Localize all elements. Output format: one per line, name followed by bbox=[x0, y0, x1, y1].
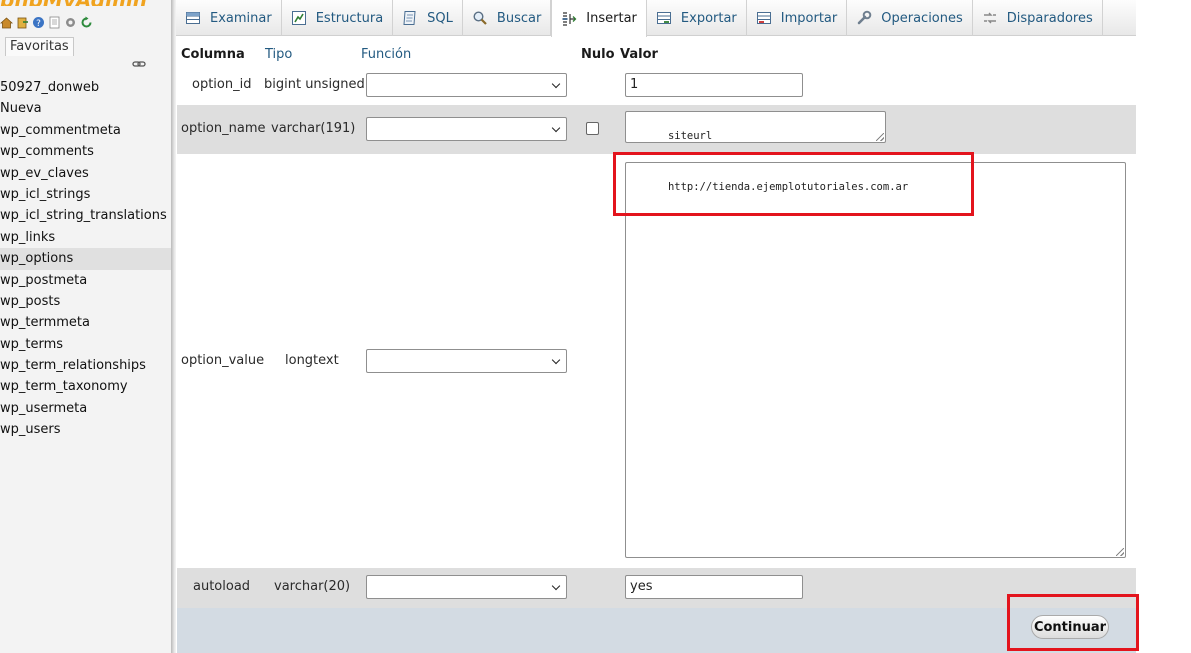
table-item-wp-terms[interactable]: wp_terms bbox=[0, 334, 171, 355]
column-type: longtext bbox=[285, 353, 339, 368]
sidebar-quick-icons: ? bbox=[0, 16, 93, 32]
table-item-wp-comments[interactable]: wp_comments bbox=[0, 141, 171, 162]
table-item-wp-term-taxonomy[interactable]: wp_term_taxonomy bbox=[0, 376, 171, 397]
form-row-option-id: option_id bigint unsigned 1 bbox=[177, 65, 1136, 105]
function-select[interactable] bbox=[366, 575, 567, 599]
type-header[interactable]: Tipo bbox=[265, 45, 292, 65]
table-item-wp-commentmeta[interactable]: wp_commentmeta bbox=[0, 120, 171, 141]
tab-insertar[interactable]: Insertar bbox=[551, 0, 647, 37]
sidebar-resize-handle[interactable] bbox=[171, 0, 176, 653]
function-select[interactable] bbox=[366, 349, 567, 373]
table-item-wp-users[interactable]: wp_users bbox=[0, 419, 171, 440]
tab-label: Examinar bbox=[210, 10, 272, 26]
tab-operaciones[interactable]: Operaciones bbox=[847, 0, 973, 36]
tab-estructura[interactable]: Estructura bbox=[282, 0, 394, 36]
logout-icon[interactable] bbox=[16, 16, 29, 29]
tab-label: Exportar bbox=[680, 10, 737, 26]
help-icon[interactable]: ? bbox=[32, 16, 45, 29]
tab-label: Operaciones bbox=[881, 10, 963, 26]
continue-button[interactable]: Continuar bbox=[1031, 615, 1109, 639]
navigation-sidebar: phpMyAdmin ? Favoritas 50927_donweb Nuev… bbox=[0, 0, 171, 653]
table-item-wp-options[interactable]: wp_options bbox=[0, 248, 171, 270]
wrench-icon bbox=[856, 10, 872, 26]
column-type: varchar(191) bbox=[271, 121, 356, 136]
value-header: Valor bbox=[620, 47, 658, 62]
insert-row-form: Columna Tipo Función Nulo Valor option_i… bbox=[177, 45, 1136, 653]
form-footer-bar bbox=[177, 608, 1136, 653]
null-header: Nulo bbox=[581, 47, 615, 62]
tab-examinar[interactable]: Examinar bbox=[176, 0, 282, 36]
home-icon[interactable] bbox=[0, 16, 14, 29]
import-icon bbox=[756, 10, 772, 26]
table-item-wp-ev-claves[interactable]: wp_ev_claves bbox=[0, 163, 171, 184]
sql-document-icon bbox=[402, 10, 418, 26]
export-icon bbox=[656, 10, 672, 26]
null-checkbox[interactable] bbox=[586, 122, 599, 135]
value-textarea[interactable]: http://tienda.ejemplotutoriales.com.ar bbox=[625, 162, 1126, 558]
column-type: varchar(20) bbox=[274, 579, 351, 594]
table-item-wp-posts[interactable]: wp_posts bbox=[0, 291, 171, 312]
svg-text:?: ? bbox=[36, 19, 41, 29]
table-tabs: Examinar Estructura SQL Buscar Insertar … bbox=[176, 0, 1136, 37]
triggers-icon bbox=[982, 10, 998, 26]
table-item-wp-icl-string-translations[interactable]: wp_icl_string_translations bbox=[0, 205, 171, 226]
textarea-content: http://tienda.ejemplotutoriales.com.ar bbox=[667, 181, 909, 193]
settings-gear-icon[interactable] bbox=[64, 16, 77, 29]
tab-disparadores[interactable]: Disparadores bbox=[973, 0, 1103, 36]
reload-icon[interactable] bbox=[80, 16, 93, 29]
table-item-wp-postmeta[interactable]: wp_postmeta bbox=[0, 270, 171, 291]
tab-sql[interactable]: SQL bbox=[393, 0, 463, 36]
browse-table-icon bbox=[185, 10, 201, 26]
insert-row-icon bbox=[561, 11, 577, 27]
tab-label: Buscar bbox=[496, 10, 542, 26]
column-name: autoload bbox=[193, 579, 251, 594]
function-header[interactable]: Función bbox=[361, 45, 411, 65]
table-tree-list: 50927_donweb Nueva wp_commentmeta wp_com… bbox=[0, 77, 171, 441]
form-header-row: Columna Tipo Función Nulo Valor bbox=[177, 45, 1136, 65]
resize-grip[interactable] bbox=[1116, 548, 1124, 556]
table-item-wp-termmeta[interactable]: wp_termmeta bbox=[0, 312, 171, 333]
column-name: option_id bbox=[192, 77, 252, 92]
table-item-wp-links[interactable]: wp_links bbox=[0, 227, 171, 248]
tab-label: Importar bbox=[780, 10, 838, 26]
tab-importar[interactable]: Importar bbox=[747, 0, 848, 36]
tab-exportar[interactable]: Exportar bbox=[647, 0, 747, 36]
link-chain-icon[interactable] bbox=[132, 58, 146, 68]
favorites-tab[interactable]: Favoritas bbox=[5, 37, 74, 56]
tab-buscar[interactable]: Buscar bbox=[463, 0, 552, 36]
tab-label: Estructura bbox=[315, 10, 384, 26]
value-input[interactable]: 1 bbox=[625, 73, 803, 97]
phpmyadmin-logo[interactable]: phpMyAdmin bbox=[0, 0, 147, 6]
tab-label: Disparadores bbox=[1006, 10, 1093, 26]
table-item-wp-icl-strings[interactable]: wp_icl_strings bbox=[0, 184, 171, 205]
tab-label: Insertar bbox=[586, 11, 637, 26]
magnifier-icon bbox=[472, 10, 488, 26]
table-item-wp-usermeta[interactable]: wp_usermeta bbox=[0, 398, 171, 419]
docs-icon[interactable] bbox=[48, 16, 61, 29]
textarea-content: siteurl bbox=[667, 130, 713, 142]
column-type: bigint unsigned bbox=[264, 77, 365, 92]
function-select[interactable] bbox=[366, 73, 567, 97]
column-name: option_value bbox=[181, 353, 265, 368]
form-row-option-name: option_name varchar(191) siteurl bbox=[177, 105, 1136, 154]
value-textarea[interactable]: siteurl bbox=[625, 111, 886, 143]
table-item-wp-term-relationships[interactable]: wp_term_relationships bbox=[0, 355, 171, 376]
value-input[interactable]: yes bbox=[625, 575, 803, 599]
new-table-item[interactable]: Nueva bbox=[0, 98, 171, 119]
tab-label: SQL bbox=[427, 10, 453, 26]
structure-icon bbox=[291, 10, 307, 26]
resize-grip[interactable] bbox=[876, 133, 884, 141]
column-header: Columna bbox=[181, 47, 245, 62]
form-row-autoload: autoload varchar(20) yes bbox=[177, 568, 1136, 608]
column-name: option_name bbox=[181, 121, 266, 136]
database-item[interactable]: 50927_donweb bbox=[0, 77, 171, 98]
function-select[interactable] bbox=[366, 117, 567, 141]
form-row-option-value: option_value longtext http://tienda.ejem… bbox=[177, 154, 1136, 568]
